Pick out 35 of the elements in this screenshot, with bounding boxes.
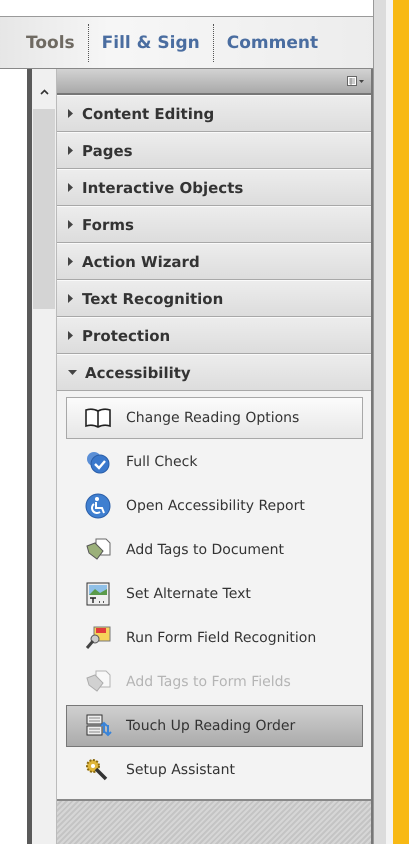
tool-item[interactable]: Add Tags to Document	[66, 529, 363, 571]
collapsed-triangle-icon	[68, 146, 74, 155]
section-header[interactable]: Action Wizard	[57, 243, 371, 280]
tool-item[interactable]: Run Form Field Recognition	[66, 617, 363, 659]
collapsed-triangle-icon	[68, 183, 74, 192]
tool-item[interactable]: Set Alternate Text	[66, 573, 363, 615]
section-header[interactable]: Pages	[57, 132, 371, 169]
tool-item[interactable]: Open Accessibility Report	[66, 485, 363, 527]
tool-item[interactable]: Change Reading Options	[66, 397, 363, 439]
tab[interactable]: Fill & Sign	[88, 32, 213, 52]
image-icon	[84, 581, 112, 607]
wheelchair-icon	[84, 493, 112, 519]
section-header[interactable]: Interactive Objects	[57, 169, 371, 206]
tool-item[interactable]: Setup Assistant	[66, 749, 363, 791]
scrollbar[interactable]	[32, 69, 57, 844]
options-menu-icon[interactable]	[347, 76, 365, 86]
collapsed-triangle-icon	[68, 331, 74, 340]
reorder-icon	[84, 713, 112, 739]
tab[interactable]: Comment	[214, 32, 332, 52]
tool-item[interactable]: Touch Up Reading Order	[66, 705, 363, 747]
scroll-up-icon[interactable]	[40, 89, 48, 95]
tool-item[interactable]: Full Check	[66, 441, 363, 483]
tab[interactable]: Tools	[0, 32, 88, 52]
section-header[interactable]: Content Editing	[57, 95, 371, 132]
check-badge-icon	[84, 449, 112, 475]
collapsed-triangle-icon	[68, 257, 74, 266]
section-header[interactable]: Text Recognition	[57, 280, 371, 317]
expanded-triangle-icon	[68, 370, 77, 376]
collapsed-triangle-icon	[68, 220, 74, 229]
section-header[interactable]: Accessibility	[57, 354, 371, 391]
scroll-thumb[interactable]	[33, 109, 55, 309]
collapsed-triangle-icon	[68, 109, 74, 118]
collapsed-triangle-icon	[68, 294, 74, 303]
section-header[interactable]: Forms	[57, 206, 371, 243]
section-header[interactable]: Protection	[57, 317, 371, 354]
